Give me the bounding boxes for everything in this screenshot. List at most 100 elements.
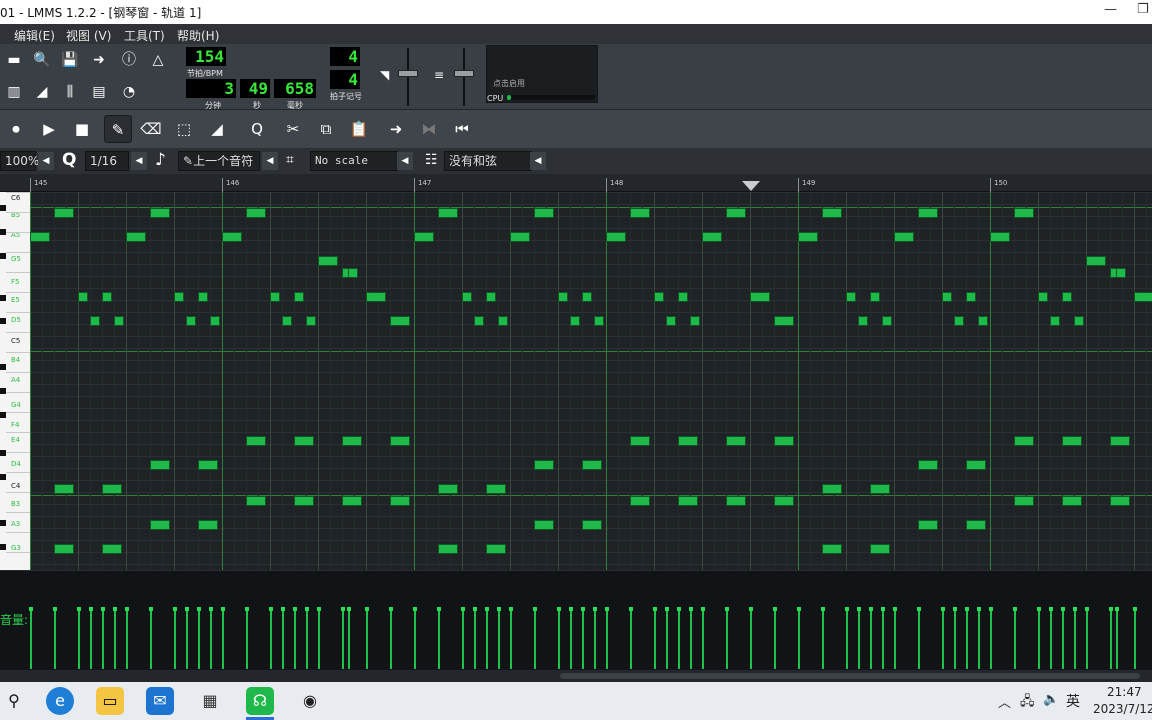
velocity-bar[interactable]	[702, 609, 704, 669]
note[interactable]	[294, 292, 304, 302]
velocity-handle[interactable]	[413, 607, 417, 611]
velocity-handle[interactable]	[1109, 607, 1113, 611]
velocity-bar[interactable]	[582, 609, 584, 669]
note[interactable]	[774, 436, 794, 446]
velocity-handle[interactable]	[773, 607, 777, 611]
note[interactable]	[102, 544, 122, 554]
velocity-handle[interactable]	[845, 607, 849, 611]
select-mode-icon[interactable]: ⬚	[170, 115, 198, 143]
quantize-select[interactable]: 1/16	[85, 151, 129, 171]
note[interactable]	[318, 256, 338, 266]
search-icon[interactable]: ⚲	[0, 687, 28, 715]
recent-projects-icon[interactable]: 🔍	[30, 48, 54, 72]
note[interactable]	[1014, 496, 1034, 506]
recorder-app-icon[interactable]: ◉	[296, 687, 324, 715]
note[interactable]	[774, 496, 794, 506]
note[interactable]	[1062, 292, 1072, 302]
velocity-handle[interactable]	[77, 607, 81, 611]
velocity-handle[interactable]	[245, 607, 249, 611]
velocity-handle[interactable]	[989, 607, 993, 611]
velocity-handle[interactable]	[149, 607, 153, 611]
master-volume-handle[interactable]	[398, 70, 418, 77]
menu-help[interactable]: 帮助(H)	[177, 27, 219, 44]
time-sig-denominator[interactable]: 4	[330, 70, 360, 89]
note[interactable]	[150, 520, 170, 530]
velocity-bar[interactable]	[894, 609, 896, 669]
note[interactable]	[438, 544, 458, 554]
velocity-handle[interactable]	[53, 607, 57, 611]
velocity-handle[interactable]	[509, 607, 513, 611]
velocity-bar[interactable]	[594, 609, 596, 669]
velocity-handle[interactable]	[89, 607, 93, 611]
velocity-handle[interactable]	[173, 607, 177, 611]
note[interactable]	[630, 208, 650, 218]
note[interactable]	[342, 436, 362, 446]
black-key[interactable]	[0, 474, 6, 480]
velocity-handle[interactable]	[317, 607, 321, 611]
velocity-handle[interactable]	[1115, 607, 1119, 611]
velocity-handle[interactable]	[881, 607, 885, 611]
note[interactable]	[978, 316, 988, 326]
zoom-arrow-icon[interactable]: ◀	[38, 152, 54, 170]
note[interactable]	[54, 484, 74, 494]
network-icon[interactable]: 🖧	[1020, 692, 1035, 714]
velocity-bar[interactable]	[1110, 609, 1112, 669]
note[interactable]	[438, 484, 458, 494]
velocity-bar[interactable]	[318, 609, 320, 669]
minimize-button[interactable]: —	[1104, 2, 1117, 17]
black-key[interactable]	[0, 253, 6, 259]
note[interactable]	[1014, 208, 1034, 218]
controller-icon[interactable]: ◔	[117, 80, 141, 104]
note[interactable]	[294, 496, 314, 506]
note[interactable]	[198, 292, 208, 302]
note[interactable]	[558, 292, 568, 302]
note[interactable]	[246, 208, 266, 218]
velocity-bar[interactable]	[1038, 609, 1040, 669]
note[interactable]	[438, 208, 458, 218]
note[interactable]	[210, 316, 220, 326]
note[interactable]	[390, 496, 410, 506]
scrollbar-thumb[interactable]	[560, 673, 1140, 679]
note[interactable]	[894, 232, 914, 242]
velocity-handle[interactable]	[533, 607, 537, 611]
note[interactable]	[1062, 496, 1082, 506]
piano-keyboard[interactable]: C6 B5 A5 G5 F5 E5 D5 C5 B4 A4 G4 F4 E4 D4 C4 B3 A3 G3	[0, 192, 30, 570]
note[interactable]	[726, 436, 746, 446]
horizontal-scrollbar[interactable]	[0, 670, 1152, 682]
note[interactable]	[390, 436, 410, 446]
automation-icon[interactable]: ◢	[30, 80, 54, 104]
mixer-icon[interactable]: ⫼	[58, 80, 82, 104]
detune-mode-icon[interactable]: ◢	[203, 115, 231, 143]
velocity-bar[interactable]	[174, 609, 176, 669]
note[interactable]	[678, 496, 698, 506]
velocity-bar[interactable]	[726, 609, 728, 669]
note[interactable]	[942, 292, 952, 302]
note[interactable]	[150, 208, 170, 218]
note[interactable]	[246, 436, 266, 446]
velocity-handle[interactable]	[977, 607, 981, 611]
velocity-bar[interactable]	[54, 609, 56, 669]
mail-icon[interactable]: ✉	[146, 687, 174, 715]
velocity-bar[interactable]	[150, 609, 152, 669]
note[interactable]	[582, 460, 602, 470]
velocity-handle[interactable]	[497, 607, 501, 611]
velocity-handle[interactable]	[749, 607, 753, 611]
black-key[interactable]	[0, 295, 6, 301]
edge-browser-icon[interactable]: e	[46, 687, 74, 715]
velocity-bar[interactable]	[1014, 609, 1016, 669]
note[interactable]	[462, 292, 472, 302]
note[interactable]	[726, 496, 746, 506]
velocity-handle[interactable]	[293, 607, 297, 611]
note[interactable]	[474, 316, 484, 326]
velocity-handle[interactable]	[101, 607, 105, 611]
note[interactable]	[126, 232, 146, 242]
velocity-bar[interactable]	[990, 609, 992, 669]
velocity-handle[interactable]	[593, 607, 597, 611]
note[interactable]	[750, 292, 770, 302]
velocity-bar[interactable]	[822, 609, 824, 669]
tempo-display[interactable]: 154	[186, 47, 226, 66]
velocity-handle[interactable]	[197, 607, 201, 611]
zoom-select[interactable]: 100%	[0, 151, 39, 171]
draw-mode-icon[interactable]: ✎	[104, 115, 132, 143]
velocity-handle[interactable]	[29, 607, 33, 611]
